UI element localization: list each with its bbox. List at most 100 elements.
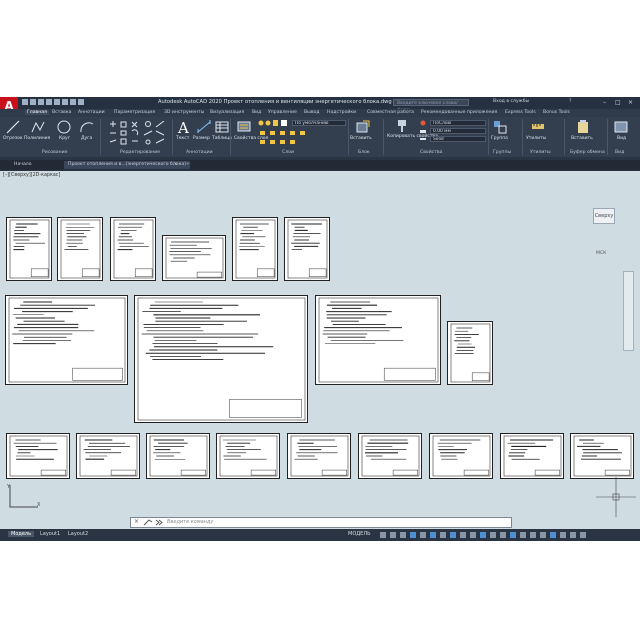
insert-block-icon[interactable] (356, 120, 370, 134)
tab-visualize[interactable]: Визуализация (210, 110, 244, 115)
help-icon[interactable]: ? (569, 99, 571, 104)
drawing-canvas[interactable]: [–][Сверху][2D-каркас] Сверху МСК Y X (0, 171, 640, 529)
new-tab-icon[interactable]: + (182, 161, 194, 169)
annotation-visibility-icon[interactable] (510, 532, 516, 538)
view-icon[interactable] (614, 120, 628, 134)
auto-scale-icon[interactable] (520, 532, 526, 538)
tab-home[interactable]: Главная (25, 110, 49, 115)
wrench-icon[interactable] (143, 519, 153, 526)
drawing-sheet[interactable] (284, 217, 330, 281)
polar-icon[interactable] (410, 532, 416, 538)
measure-icon[interactable] (531, 120, 545, 134)
hardware-acceleration-icon[interactable] (560, 532, 566, 538)
tab-insert[interactable]: Вставка (52, 110, 71, 115)
circle-icon[interactable] (57, 120, 71, 134)
tab-featured-apps[interactable]: Рекомендованные приложения (421, 110, 497, 115)
tab-start[interactable]: Начало (10, 161, 36, 169)
navigation-bar[interactable] (623, 271, 634, 351)
snap-icon[interactable] (390, 532, 396, 538)
drawing-sheet[interactable] (447, 321, 493, 385)
drawing-sheet[interactable] (500, 433, 564, 479)
tab-output[interactable]: Вывод (304, 110, 319, 115)
panel-layers[interactable]: Слои (282, 150, 294, 155)
selection-cycling-icon[interactable] (460, 532, 466, 538)
tab-parametric[interactable]: Параметризация (114, 110, 155, 115)
panel-view[interactable]: Вид (615, 150, 624, 155)
quick-properties-icon[interactable] (540, 532, 546, 538)
otrack-icon[interactable] (430, 532, 436, 538)
workspace-icon[interactable] (500, 532, 506, 538)
tab-annotate[interactable]: Аннотации (78, 110, 105, 115)
tab-model[interactable]: Модель (8, 531, 35, 537)
viewcube[interactable]: Сверху (588, 203, 618, 233)
drawing-sheet[interactable] (570, 433, 634, 479)
drawing-sheet[interactable] (6, 433, 70, 479)
table-icon[interactable] (215, 121, 229, 133)
signin-link[interactable]: Вход в службы (493, 99, 529, 104)
close-tab-icon[interactable]: × (170, 161, 182, 169)
ucs-label[interactable]: МСК (596, 251, 606, 256)
drawing-sheet[interactable] (110, 217, 156, 281)
drawing-sheet[interactable] (76, 433, 140, 479)
clipboard-icon[interactable] (576, 120, 590, 134)
drawing-sheet[interactable] (162, 235, 226, 281)
open-file-icon[interactable] (30, 99, 36, 105)
ortho-icon[interactable] (400, 532, 406, 538)
tab-manage[interactable]: Управление (268, 110, 297, 115)
drawing-sheet[interactable] (315, 295, 441, 385)
units-icon[interactable] (530, 532, 536, 538)
command-line[interactable]: × Введите команду (130, 517, 512, 528)
drawing-sheet[interactable] (146, 433, 210, 479)
tab-layout2[interactable]: Layout2 (68, 531, 88, 537)
drawing-sheet[interactable] (5, 295, 128, 385)
group-icon[interactable] (493, 120, 507, 134)
clean-screen-icon[interactable] (570, 532, 576, 538)
minimize-icon[interactable]: – (603, 99, 606, 106)
drawing-sheet[interactable] (232, 217, 278, 281)
save-icon[interactable] (38, 99, 44, 105)
close-icon[interactable]: × (628, 99, 633, 106)
search-input[interactable]: Введите ключевое слово/фразу (393, 99, 469, 113)
viewport-label[interactable]: [–][Сверху][2D-каркас] (3, 173, 60, 178)
layer-properties-icon[interactable] (237, 120, 253, 134)
redo-icon[interactable] (78, 99, 84, 105)
linetype-dropdown[interactable]: Solid (430, 136, 486, 142)
tab-3d-tools[interactable]: 3D инструменты (164, 110, 204, 115)
drawing-sheet[interactable] (57, 217, 103, 281)
drawing-sheet[interactable] (134, 295, 308, 423)
tab-collaborate[interactable]: Совместная работа (367, 110, 414, 115)
restore-icon[interactable]: □ (615, 99, 621, 106)
line-icon[interactable] (6, 120, 20, 134)
panel-properties[interactable]: Свойства (420, 150, 442, 155)
arc-icon[interactable] (80, 120, 94, 134)
drawing-sheet[interactable] (358, 433, 422, 479)
modify-tools-icons[interactable] (108, 121, 168, 147)
lineweight-dropdown[interactable]: 0.00 мм (430, 128, 486, 134)
model-space-toggle[interactable]: МОДЕЛЬ (348, 531, 371, 537)
dynamic-ucs-icon[interactable] (480, 532, 486, 538)
panel-draw[interactable]: Рисование (42, 150, 67, 155)
layer-dropdown[interactable]: По умолчанию (292, 120, 346, 126)
color-dropdown[interactable]: ПоСлою (430, 120, 486, 126)
match-properties-icon[interactable] (395, 119, 409, 133)
plot-icon[interactable] (62, 99, 68, 105)
panel-utilities[interactable]: Утилиты (530, 150, 551, 155)
text-icon[interactable]: A (177, 119, 191, 135)
drawing-sheet[interactable] (287, 433, 351, 479)
transparency-icon[interactable] (450, 532, 456, 538)
command-input[interactable]: Введите команду (167, 519, 213, 525)
polyline-icon[interactable] (31, 120, 45, 134)
grid-icon[interactable] (380, 532, 386, 538)
drawing-sheet[interactable] (6, 217, 52, 281)
undo-icon[interactable] (70, 99, 76, 105)
save-as-icon[interactable] (46, 99, 52, 105)
close-command-icon[interactable]: × (134, 518, 139, 525)
panel-clipboard[interactable]: Буфер обмена (570, 150, 605, 155)
panel-groups[interactable]: Группы (493, 150, 511, 155)
drawing-sheet[interactable] (429, 433, 493, 479)
annotation-scale-icon[interactable] (490, 532, 496, 538)
tab-view[interactable]: Вид (252, 110, 261, 115)
layer-tools-icons[interactable] (258, 130, 346, 148)
isolate-objects-icon[interactable] (550, 532, 556, 538)
layer-state-icons[interactable] (258, 119, 288, 127)
